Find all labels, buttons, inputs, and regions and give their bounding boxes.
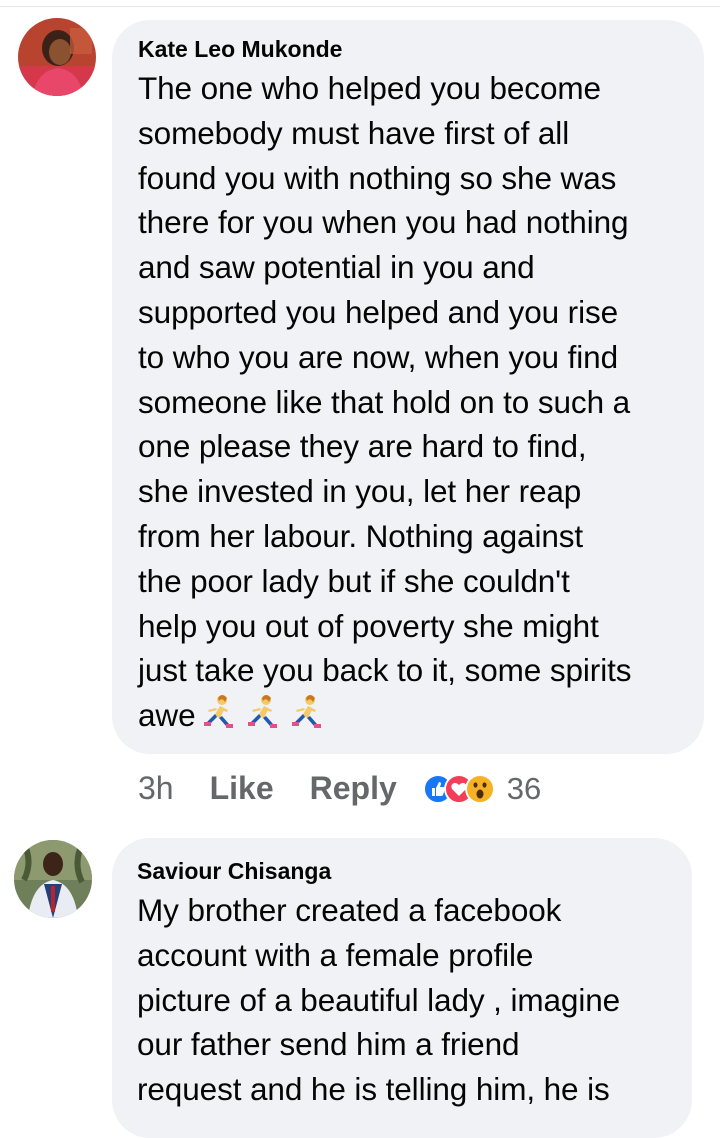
reaction-summary[interactable] bbox=[422, 773, 495, 804]
comment-actions: 3h Like Reply 36 bbox=[138, 770, 541, 807]
wow-reaction-icon bbox=[464, 773, 495, 804]
comment-text: The one who helped you become somebody m… bbox=[138, 66, 678, 738]
woman-running-emoji bbox=[247, 695, 277, 729]
comment-bubble: Kate Leo Mukonde The one who helped you … bbox=[112, 20, 704, 754]
comment-timestamp[interactable]: 3h bbox=[138, 770, 174, 807]
avatar[interactable] bbox=[14, 840, 92, 918]
comment-author[interactable]: Kate Leo Mukonde bbox=[138, 36, 678, 62]
woman-running-emoji bbox=[203, 695, 233, 729]
comment-author[interactable]: Saviour Chisanga bbox=[137, 858, 667, 884]
comment-bubble: Saviour Chisanga My brother created a fa… bbox=[112, 838, 692, 1138]
woman-running-emoji bbox=[291, 695, 321, 729]
reaction-count[interactable]: 36 bbox=[507, 771, 541, 807]
emoji-group bbox=[198, 694, 326, 732]
comment-text-content: The one who helped you become somebody m… bbox=[138, 70, 632, 734]
comment-text: My brother created a facebook account wi… bbox=[137, 888, 667, 1112]
top-divider bbox=[0, 6, 720, 7]
like-button[interactable]: Like bbox=[210, 770, 274, 807]
comment-text-content: My brother created a facebook account wi… bbox=[137, 892, 621, 1108]
reply-button[interactable]: Reply bbox=[310, 770, 397, 807]
avatar[interactable] bbox=[18, 18, 96, 96]
